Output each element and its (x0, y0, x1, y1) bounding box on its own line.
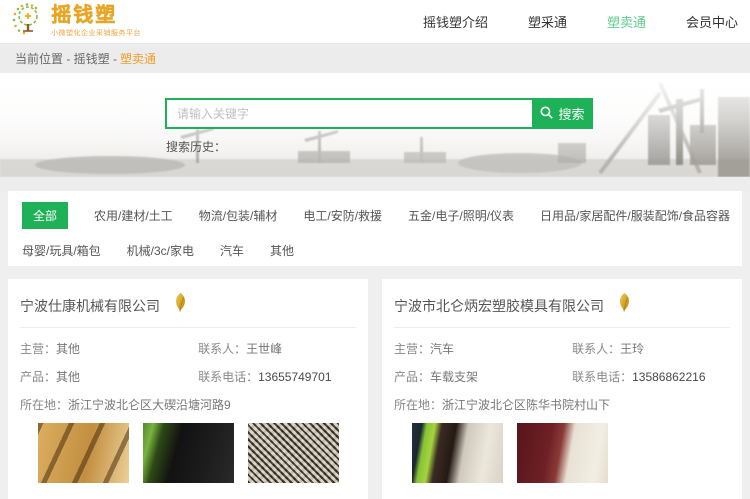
gold-leaf-icon (172, 293, 187, 318)
category-all[interactable]: 全部 (22, 202, 68, 229)
field-label: 所在地： (394, 398, 442, 412)
company-card[interactable]: 宁波市北仑炳宏塑胶模具有限公司 主营：汽车 联系人：王玲 产品：车载支架 联系电… (382, 279, 742, 499)
gold-leaf-icon (616, 293, 631, 318)
field-product: 产品：其他 (20, 370, 198, 384)
company-card[interactable]: 宁波仕康机械有限公司 主营：其他 联系人：王世峰 产品：其他 联系电话：1365… (8, 279, 368, 499)
category-logistics-packaging[interactable]: 物流/包装/辅材 (199, 202, 278, 229)
breadcrumb-current: 塑卖通 (120, 50, 156, 67)
field-value: 车载支架 (430, 370, 478, 384)
site-subtitle: 小微塑化企业采销服务平台 (51, 28, 141, 38)
field-label: 主营： (20, 342, 56, 356)
field-value: 其他 (56, 342, 80, 356)
search-bar: 搜索 (165, 98, 593, 129)
product-thumbnail[interactable] (517, 423, 608, 483)
field-value: 浙江宁波北仑区大碶沿塘河路9 (68, 398, 231, 412)
field-value: 汽车 (430, 342, 454, 356)
site-title: 摇钱塑 (51, 5, 141, 25)
magnifier-icon (540, 106, 553, 122)
field-main-business: 主营：其他 (20, 342, 198, 356)
category-agri-building[interactable]: 农用/建材/土工 (94, 202, 173, 229)
product-thumbnail-row (38, 423, 356, 483)
category-hardware-electronics[interactable]: 五金/电子/照明/仪表 (408, 202, 514, 229)
field-label: 联系人： (572, 342, 620, 356)
breadcrumb-prefix: 当前位置 - 摇钱塑 - (15, 50, 117, 67)
category-baby-toys[interactable]: 母婴/玩具/箱包 (22, 237, 101, 264)
product-thumbnail[interactable] (38, 423, 129, 483)
company-name[interactable]: 宁波市北仑炳宏塑胶模具有限公司 (394, 299, 604, 313)
product-thumbnail[interactable] (143, 423, 234, 483)
category-filter-panel: 全部 农用/建材/土工 物流/包装/辅材 电工/安防/救援 五金/电子/照明/仪… (8, 191, 742, 266)
field-label: 产品： (394, 370, 430, 384)
field-value: 13586862216 (632, 370, 705, 384)
field-label: 联系电话： (198, 370, 258, 384)
company-card-list: 宁波仕康机械有限公司 主营：其他 联系人：王世峰 产品：其他 联系电话：1365… (0, 266, 750, 499)
field-value: 13655749701 (258, 370, 331, 384)
field-label: 所在地： (20, 398, 68, 412)
product-thumbnail[interactable] (412, 423, 503, 483)
field-product: 产品：车载支架 (394, 370, 572, 384)
nav-item-intro[interactable]: 摇钱塑介绍 (423, 12, 488, 31)
field-contact-person: 联系人：王玲 (572, 342, 730, 356)
field-label: 联系电话： (572, 370, 632, 384)
company-name[interactable]: 宁波仕康机械有限公司 (20, 299, 160, 313)
search-button-label: 搜索 (558, 104, 584, 123)
site-logo[interactable]: 摇钱塑 小微塑化企业采销服务平台 (10, 1, 141, 42)
field-contact-person: 联系人：王世峰 (198, 342, 356, 356)
field-phone: 联系电话：13586862216 (572, 370, 730, 384)
search-history-label: 搜索历史： (166, 138, 226, 155)
field-label: 联系人： (198, 342, 246, 356)
field-main-business: 主营：汽车 (394, 342, 572, 356)
card-divider (20, 327, 356, 328)
category-household[interactable]: 日用品/家居配件/服装配饰/食品容器 (540, 202, 730, 229)
header: 摇钱塑 小微塑化企业采销服务平台 摇钱塑介绍 塑采通 塑卖通 会员中心 (0, 0, 750, 44)
category-row-1: 全部 农用/建材/土工 物流/包装/辅材 电工/安防/救援 五金/电子/照明/仪… (22, 202, 728, 229)
search-button[interactable]: 搜索 (532, 98, 593, 129)
money-tree-icon (10, 1, 46, 42)
category-electrical-security[interactable]: 电工/安防/救援 (303, 202, 382, 229)
category-machinery-3c[interactable]: 机械/3c/家电 (127, 237, 194, 264)
hero-section: 搜索 搜索历史： (0, 73, 750, 177)
category-auto[interactable]: 汽车 (220, 237, 244, 264)
nav-item-member-center[interactable]: 会员中心 (686, 12, 738, 31)
nav-item-sumaitong[interactable]: 塑卖通 (607, 12, 646, 31)
field-address: 所在地：浙江宁波北仑区陈华书院村山下 (394, 398, 610, 412)
card-divider (394, 327, 730, 328)
field-value: 其他 (56, 370, 80, 384)
product-thumbnail-row (412, 423, 730, 483)
field-label: 产品： (20, 370, 56, 384)
field-label: 主营： (394, 342, 430, 356)
product-thumbnail[interactable] (248, 423, 339, 483)
search-input[interactable] (165, 98, 532, 129)
field-address: 所在地：浙江宁波北仑区大碶沿塘河路9 (20, 398, 231, 412)
field-value: 王玲 (620, 342, 644, 356)
field-value: 王世峰 (246, 342, 282, 356)
category-row-2: 母婴/玩具/箱包 机械/3c/家电 汽车 其他 (22, 237, 728, 264)
field-value: 浙江宁波北仑区陈华书院村山下 (442, 398, 610, 412)
field-phone: 联系电话：13655749701 (198, 370, 356, 384)
main-nav: 摇钱塑介绍 塑采通 塑卖通 会员中心 (423, 12, 738, 31)
breadcrumb: 当前位置 - 摇钱塑 - 塑卖通 (0, 44, 750, 73)
category-other[interactable]: 其他 (270, 237, 294, 264)
section-divider (0, 177, 750, 191)
nav-item-sucaitong[interactable]: 塑采通 (528, 12, 567, 31)
